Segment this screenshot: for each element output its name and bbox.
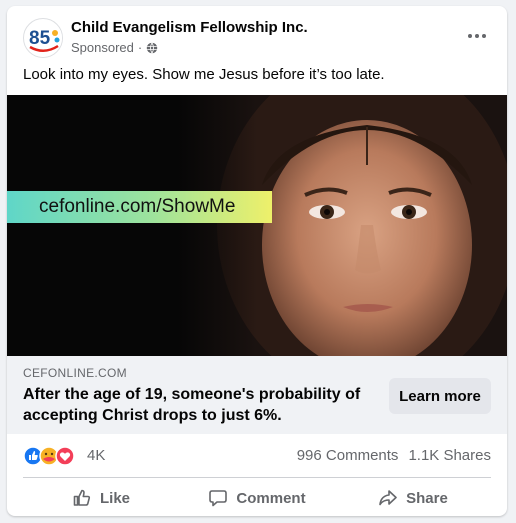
cef-logo-icon: 85 bbox=[25, 20, 62, 57]
more-dot-icon bbox=[475, 34, 479, 38]
love-icon bbox=[55, 446, 75, 466]
comment-button[interactable]: Comment bbox=[179, 481, 335, 515]
share-button[interactable]: Share bbox=[335, 481, 491, 515]
link-headline[interactable]: After the age of 19, someone's probabili… bbox=[23, 384, 363, 426]
thumbs-up-icon bbox=[73, 489, 91, 506]
link-domain: CEFONLINE.COM bbox=[23, 366, 127, 380]
engagement-counts: 996 Comments 1.1K Shares bbox=[297, 447, 491, 464]
link-preview[interactable]: CEFONLINE.COM After the age of 19, someo… bbox=[7, 356, 507, 434]
reaction-icons[interactable] bbox=[23, 446, 79, 466]
comment-icon bbox=[209, 490, 228, 507]
reaction-count[interactable]: 4K bbox=[87, 447, 105, 464]
sponsored-label[interactable]: Sponsored bbox=[71, 40, 134, 55]
action-bar: Like Comment Share bbox=[23, 481, 491, 515]
share-label: Share bbox=[406, 489, 448, 507]
more-dot-icon bbox=[468, 34, 472, 38]
divider bbox=[23, 477, 491, 478]
learn-more-button[interactable]: Learn more bbox=[389, 378, 491, 414]
child-portrait-image bbox=[177, 95, 507, 356]
more-options-button[interactable] bbox=[463, 24, 491, 48]
sponsored-post-card: 85 Child Evangelism Fellowship Inc. Spon… bbox=[7, 6, 507, 516]
banner-url-text: cefonline.com/ShowMe bbox=[39, 196, 236, 217]
globe-icon bbox=[146, 42, 158, 53]
page-name[interactable]: Child Evangelism Fellowship Inc. bbox=[71, 19, 308, 36]
comment-label: Comment bbox=[236, 489, 306, 507]
post-header: 85 Child Evangelism Fellowship Inc. Spon… bbox=[23, 16, 491, 60]
page-avatar[interactable]: 85 bbox=[23, 18, 63, 58]
comments-count[interactable]: 996 Comments bbox=[297, 447, 399, 464]
separator-dot: · bbox=[137, 40, 143, 55]
ad-image[interactable]: cefonline.com/ShowMe bbox=[7, 95, 507, 356]
sponsored-row: Sponsored · bbox=[71, 40, 158, 55]
like-label: Like bbox=[99, 489, 130, 507]
reactions-bar: 4K 996 Comments 1.1K Shares bbox=[23, 444, 491, 468]
avatar-anniversary-number: 85 bbox=[29, 28, 51, 49]
more-dot-icon bbox=[482, 34, 486, 38]
like-button[interactable]: Like bbox=[23, 481, 179, 515]
post-text: Look into my eyes. Show me Jesus before … bbox=[23, 66, 385, 83]
share-arrow-icon bbox=[379, 490, 397, 506]
shares-count[interactable]: 1.1K Shares bbox=[408, 447, 491, 464]
url-banner: cefonline.com/ShowMe bbox=[7, 191, 272, 223]
